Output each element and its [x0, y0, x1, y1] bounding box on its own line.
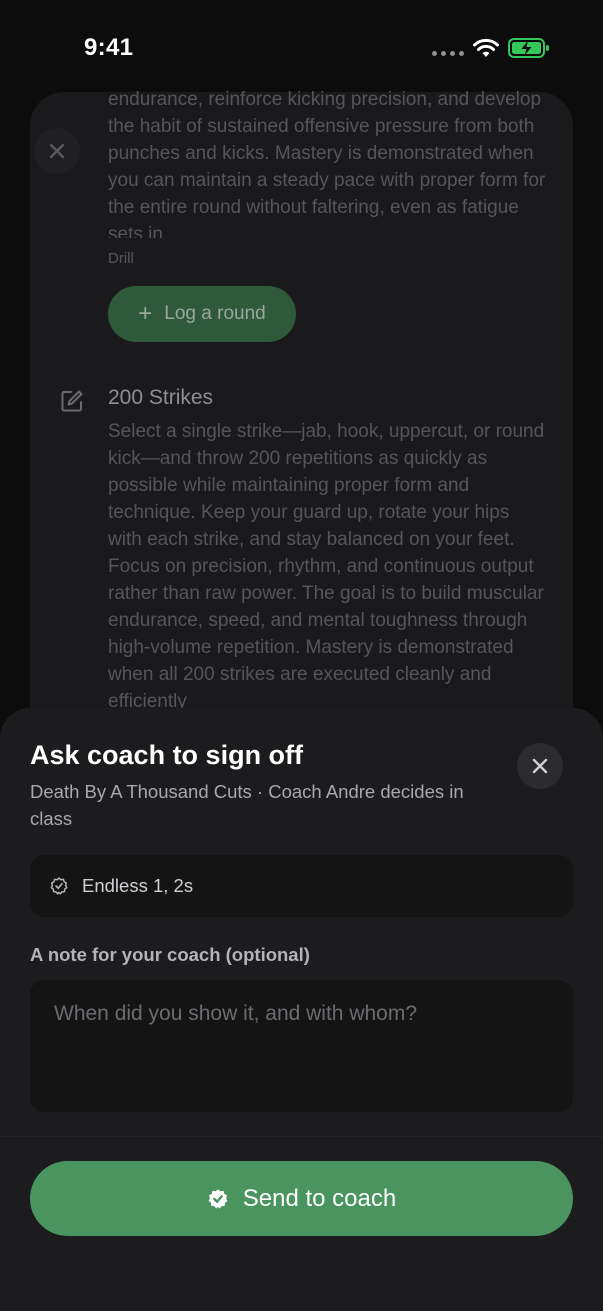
- plus-icon: +: [138, 300, 153, 327]
- sheet-subtitle: Death By A Thousand Cuts · Coach Andre d…: [30, 781, 464, 829]
- cellular-signal-icon: [432, 51, 464, 56]
- send-to-coach-button[interactable]: Send to coach: [30, 1161, 573, 1236]
- strike-drill-description: Select a single strike—jab, hook, upperc…: [108, 421, 545, 712]
- verified-badge-icon: [208, 1188, 228, 1209]
- battery-charging-icon: [508, 38, 549, 58]
- sheet-divider: [0, 1136, 603, 1137]
- sheet-title: Ask coach to sign off: [30, 740, 304, 770]
- coach-note-input[interactable]: [30, 980, 573, 1112]
- skill-info-box: Endless 1, 2s: [30, 855, 573, 917]
- background-close-button[interactable]: [34, 128, 80, 174]
- note-label: A note for your coach (optional): [30, 944, 310, 965]
- verified-badge-icon: [50, 877, 68, 895]
- log-round-button[interactable]: + Log a round: [108, 286, 296, 342]
- log-round-label: Log a round: [164, 303, 266, 324]
- drill-description: endurance, reinforce kicking precision, …: [108, 89, 546, 238]
- sign-off-sheet: Ask coach to sign off Death By A Thousan…: [0, 708, 603, 1311]
- strike-drill-title: 200 Strikes: [108, 386, 214, 409]
- close-icon: [49, 143, 65, 159]
- send-button-label: Send to coach: [242, 1184, 397, 1212]
- sheet-close-button[interactable]: [517, 743, 563, 789]
- close-icon: [532, 758, 548, 774]
- drill-type-label: Drill: [108, 250, 134, 267]
- status-bar: 9:41: [0, 0, 603, 96]
- skill-name: Endless 1, 2s: [82, 875, 194, 896]
- wifi-icon: [473, 38, 499, 57]
- edit-icon: [61, 390, 83, 412]
- status-time: 9:41: [84, 34, 134, 61]
